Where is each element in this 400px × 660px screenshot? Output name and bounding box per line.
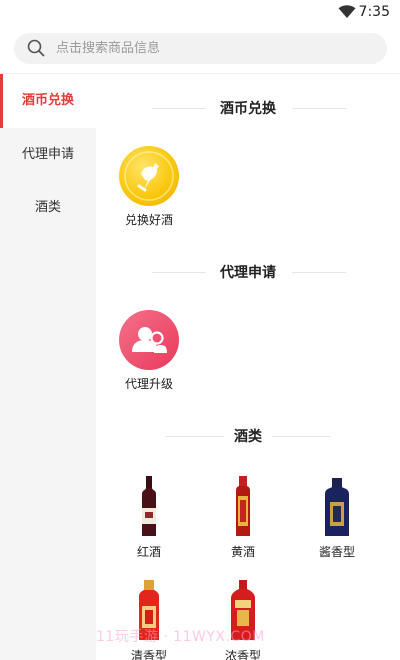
sidebar-item-label: 代理申请: [21, 147, 74, 162]
wifi-icon: [338, 5, 356, 18]
sidebar-item-label: 酒币兑换: [21, 93, 74, 108]
sidebar-item-jiubi[interactable]: 酒币兑换: [0, 74, 96, 128]
search-icon: [27, 39, 45, 57]
title-line-left: [166, 436, 228, 437]
section-title: 酒币兑换: [96, 98, 400, 119]
sauce-aroma-bottle-icon: [312, 476, 362, 538]
category-sidebar: 酒币兑换 代理申请 酒类: [0, 74, 96, 660]
search-bar[interactable]: [14, 33, 387, 64]
title-line-left: [152, 108, 206, 109]
status-time: 7:35: [358, 4, 390, 20]
light-aroma-tile[interactable]: 清香型: [104, 580, 194, 660]
section-title-text: 代理申请: [210, 263, 286, 283]
watermark: 11玩手游 · 11WYX.COM: [96, 629, 265, 645]
title-line-right: [292, 108, 346, 109]
section-title-text: 酒类: [224, 427, 272, 447]
agent-upgrade-tile[interactable]: 代理升级: [104, 310, 194, 392]
tile-label: 代理升级: [124, 377, 173, 391]
section-title-text: 酒币兑换: [210, 99, 286, 119]
yellow-wine-tile[interactable]: 黄酒: [198, 476, 288, 560]
users-icon: [119, 310, 179, 370]
wine-bottle-icon: [124, 476, 174, 538]
yellow-wine-bottle-icon: [218, 476, 268, 538]
active-indicator: [0, 74, 3, 128]
tile-label: 酱香型: [318, 545, 355, 559]
exchange-wine-tile[interactable]: 兑换好酒: [104, 146, 194, 228]
sauce-aroma-tile[interactable]: 酱香型: [292, 476, 382, 560]
title-line-right: [268, 436, 330, 437]
title-line-right: [292, 272, 346, 273]
tile-label: 浓香型: [224, 649, 261, 660]
tile-label: 黄酒: [230, 545, 255, 559]
section-title: 酒类: [96, 426, 400, 447]
content-panel: 酒币兑换 兑换好酒 代理申请 代理升级 酒类 红酒 黄酒 酱香型 清香型 浓香型: [96, 74, 400, 660]
title-line-left: [152, 272, 206, 273]
search-input[interactable]: [56, 33, 356, 64]
section-title: 代理申请: [96, 262, 400, 283]
tile-label: 红酒: [136, 545, 161, 559]
sidebar-item-agent[interactable]: 代理申请: [0, 128, 96, 182]
strong-aroma-tile[interactable]: 浓香型: [198, 580, 288, 660]
red-wine-tile[interactable]: 红酒: [104, 476, 194, 560]
sidebar-item-liquor[interactable]: 酒类: [0, 181, 96, 235]
coin-icon: [119, 146, 179, 206]
sidebar-item-label: 酒类: [34, 200, 61, 215]
status-bar: 7:35: [0, 0, 400, 26]
tile-label: 兑换好酒: [124, 213, 173, 227]
tile-label: 清香型: [130, 649, 167, 660]
